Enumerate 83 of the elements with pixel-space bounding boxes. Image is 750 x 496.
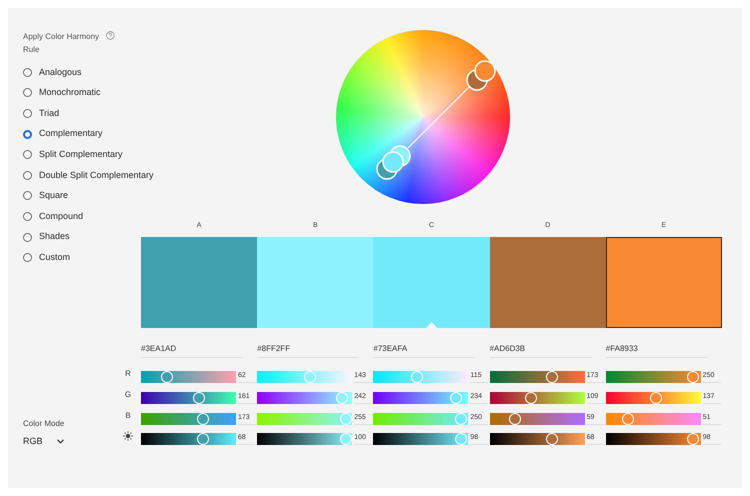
slider-thumb[interactable] [650, 392, 662, 404]
slider-track[interactable] [373, 433, 468, 446]
color-swatch[interactable] [606, 237, 722, 328]
slider-thumb[interactable] [340, 412, 352, 425]
color-swatch[interactable] [373, 237, 490, 328]
slider-track[interactable] [141, 371, 236, 384]
handle-cluster-drawing[interactable] [466, 60, 496, 91]
rule-label[interactable]: Compound [39, 210, 84, 224]
chevron-down-icon [56, 438, 64, 444]
slider-thumb[interactable] [197, 433, 210, 446]
color-swatch[interactable] [490, 237, 606, 328]
radio-button[interactable] [23, 88, 32, 98]
slider-thumb[interactable] [687, 433, 700, 446]
slider-thumb[interactable] [161, 371, 174, 384]
radio-button[interactable] [23, 68, 32, 77]
rule-label[interactable]: Double Split Complementary [39, 168, 154, 182]
slider-track[interactable] [257, 433, 352, 446]
hex-value-field[interactable]: #3EA1AD [141, 342, 243, 358]
channel-label: G [124, 389, 132, 402]
section-title: Apply Color Harmony Rule [23, 31, 100, 56]
radio-button[interactable] [23, 191, 32, 200]
color-swatch[interactable] [141, 237, 258, 328]
slider-track[interactable] [141, 412, 236, 425]
radio-button[interactable] [23, 212, 32, 221]
handle-cluster-drawing[interactable] [376, 145, 411, 180]
slider-thumb[interactable] [336, 392, 348, 404]
slider-track[interactable] [606, 433, 701, 446]
rule-label[interactable]: Triad [39, 106, 60, 120]
slider-thumb[interactable] [193, 392, 206, 404]
rule-label[interactable]: Shades [39, 230, 70, 244]
harmony-connector-line [408, 86, 470, 148]
slider-thumb[interactable] [525, 392, 537, 404]
slider-track[interactable] [257, 412, 352, 425]
channel-label: B [125, 410, 131, 422]
slider-thumb[interactable] [410, 371, 423, 384]
slider-thumb[interactable] [304, 371, 316, 384]
rule-label[interactable]: Square [39, 189, 68, 203]
rule-label[interactable]: Analogous [39, 66, 82, 80]
slider-track[interactable] [490, 412, 585, 425]
slider-thumb[interactable] [454, 433, 467, 446]
rule-label[interactable]: Split Complementary [39, 148, 123, 162]
color-mode-dropdown[interactable]: RGB [23, 434, 64, 448]
hex-value-field[interactable]: #8FF2FF [257, 342, 360, 358]
slider-thumb[interactable] [508, 412, 521, 425]
rule-label[interactable]: Complementary [39, 127, 103, 141]
rule-label[interactable]: Custom [39, 250, 70, 264]
slider-thumb[interactable] [622, 412, 634, 425]
slider-track[interactable] [373, 392, 468, 404]
slider-track[interactable] [373, 371, 468, 384]
slider-track[interactable] [606, 371, 701, 384]
slider-track[interactable] [257, 392, 352, 404]
hex-value-field[interactable]: #FA8933 [606, 342, 708, 358]
slider-track[interactable] [490, 371, 585, 384]
brightness-icon [123, 431, 133, 442]
radio-button[interactable] [23, 170, 32, 180]
radio-button[interactable] [23, 108, 32, 118]
radio-button[interactable] [23, 253, 32, 262]
slider-track[interactable] [141, 392, 236, 404]
slider-track[interactable] [606, 412, 701, 425]
slider-thumb[interactable] [197, 412, 210, 425]
slider-track[interactable] [373, 412, 468, 425]
hex-value-field[interactable]: #73EAFA [373, 342, 476, 358]
radio-button[interactable] [23, 150, 32, 160]
radio-button[interactable] [23, 232, 32, 242]
slider-track[interactable] [490, 433, 585, 446]
base-color-marker-icon [426, 322, 437, 328]
slider-track[interactable] [490, 392, 585, 404]
slider-thumb[interactable] [687, 371, 700, 384]
hex-value-field[interactable]: #AD6D3B [490, 342, 592, 358]
color-mode-label: Color Mode [23, 418, 66, 430]
radio-button[interactable] [23, 130, 32, 139]
slider-track[interactable] [606, 392, 701, 404]
slider-thumb[interactable] [450, 392, 462, 404]
help-icon[interactable] [106, 31, 115, 40]
slider-thumb[interactable] [340, 433, 352, 446]
channel-label: R [125, 368, 131, 380]
color-swatch[interactable] [257, 237, 374, 328]
slider-thumb[interactable] [454, 412, 467, 425]
slider-thumb[interactable] [546, 433, 558, 446]
slider-thumb[interactable] [546, 371, 558, 384]
slider-track[interactable] [257, 371, 352, 384]
slider-track[interactable] [141, 433, 236, 446]
rule-label[interactable]: Monochromatic [39, 86, 101, 100]
